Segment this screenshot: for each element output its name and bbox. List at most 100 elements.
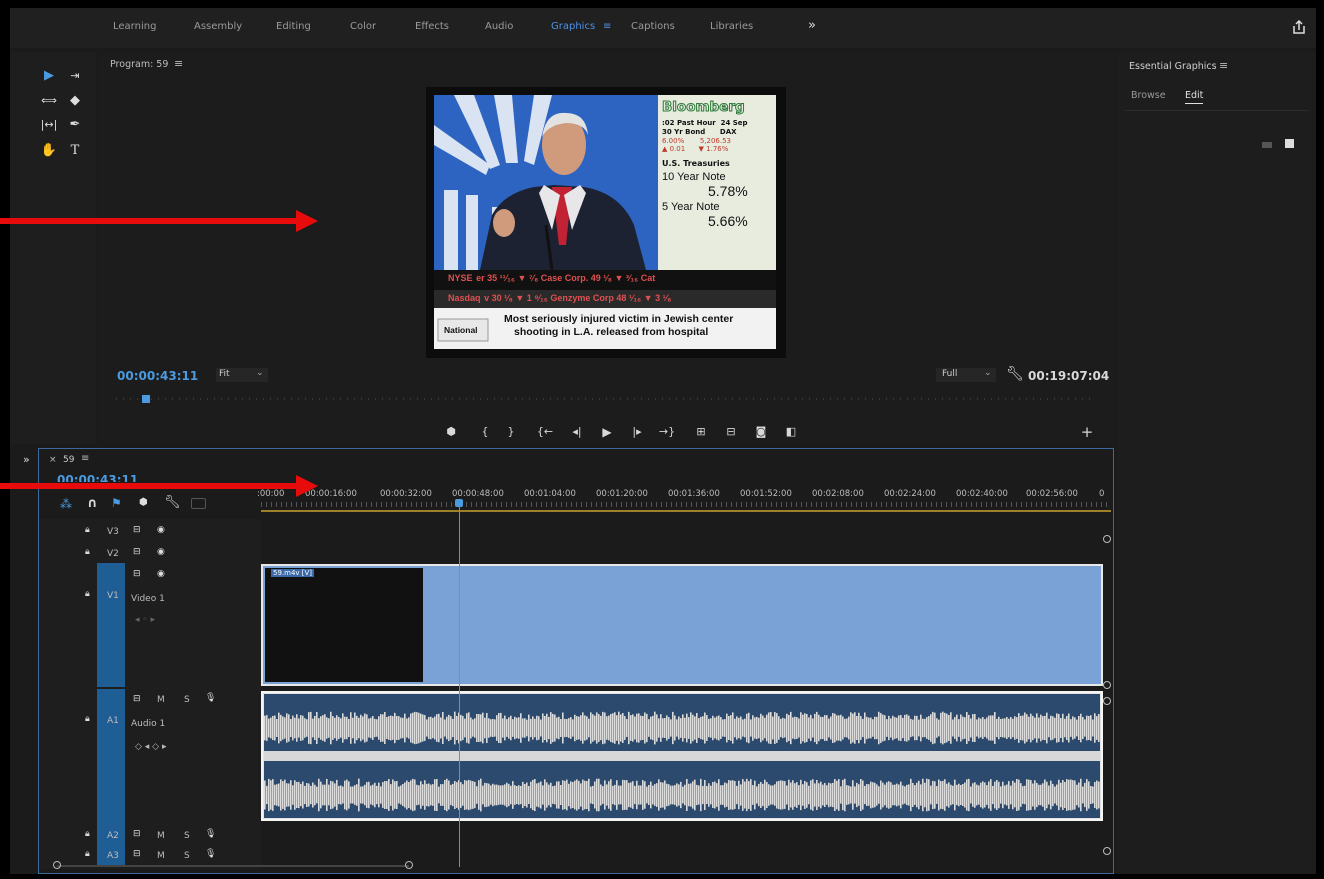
- program-scrubber[interactable]: [112, 395, 1094, 407]
- track-a2-label[interactable]: A2: [107, 831, 119, 841]
- workspace-libraries[interactable]: Libraries: [710, 21, 753, 32]
- mute-button[interactable]: M: [157, 831, 165, 841]
- eye-icon[interactable]: ◉: [157, 547, 165, 557]
- step-back-icon[interactable]: ◂|: [568, 425, 586, 438]
- mute-button[interactable]: M: [157, 851, 165, 861]
- eye-icon[interactable]: ◉: [157, 569, 165, 579]
- add-marker-icon[interactable]: ⬢: [442, 425, 460, 438]
- workspace-color[interactable]: Color: [350, 21, 376, 32]
- lock-icon[interactable]: 🔒︎: [85, 829, 90, 839]
- go-to-in-icon[interactable]: {←: [536, 425, 554, 438]
- lock-icon[interactable]: 🔒︎: [85, 525, 90, 535]
- toggle-sync-icon[interactable]: ⊟: [133, 569, 141, 579]
- new-layer-icon[interactable]: [1285, 139, 1294, 148]
- scroll-handle-left[interactable]: [53, 861, 61, 869]
- track-v1-name[interactable]: Video 1: [131, 594, 165, 604]
- add-marker-timeline-icon[interactable]: ⬢: [139, 497, 148, 508]
- toggle-sync-icon[interactable]: ⊟: [133, 525, 141, 535]
- workspace-learning[interactable]: Learning: [113, 21, 156, 32]
- comparison-view-icon[interactable]: ◧: [782, 425, 800, 438]
- track-resize-handle[interactable]: [1103, 681, 1111, 689]
- eye-icon[interactable]: ◉: [157, 525, 165, 535]
- voiceover-mic-icon[interactable]: 🎙︎: [205, 829, 216, 839]
- lock-icon[interactable]: 🔒︎: [85, 589, 90, 599]
- toggle-sync-icon[interactable]: ⊟: [133, 547, 141, 557]
- selection-tool-icon[interactable]: ▶: [38, 67, 60, 85]
- extract-icon[interactable]: ⊟: [722, 425, 740, 438]
- nest-toggle-icon[interactable]: ⁂: [60, 497, 72, 511]
- more-workspaces-icon[interactable]: »: [808, 18, 816, 33]
- timeline-playhead[interactable]: [459, 501, 461, 867]
- video-clip[interactable]: 59.m4v [V]: [261, 564, 1103, 686]
- snap-magnet-icon[interactable]: ∩: [87, 496, 98, 511]
- track-v3-label[interactable]: V3: [107, 527, 119, 537]
- track-a1-name[interactable]: Audio 1: [131, 719, 165, 729]
- eg-menu-icon[interactable]: ≡: [1219, 59, 1228, 72]
- workspace-graphics[interactable]: Graphics: [551, 21, 595, 32]
- eg-tab-edit[interactable]: Edit: [1185, 90, 1204, 104]
- workspace-effects[interactable]: Effects: [415, 21, 449, 32]
- solo-button[interactable]: S: [184, 831, 190, 841]
- ripple-edit-icon[interactable]: ⟺: [38, 92, 60, 110]
- slip-tool-icon[interactable]: |↔|: [38, 116, 60, 134]
- audio-clip[interactable]: [261, 691, 1103, 821]
- track-select-icon[interactable]: ⇥: [64, 67, 86, 85]
- voiceover-mic-icon[interactable]: 🎙︎: [205, 693, 216, 703]
- horizontal-scrollbar[interactable]: [57, 865, 409, 867]
- timeline-playhead-handle[interactable]: [455, 499, 464, 507]
- scroll-handle-right[interactable]: [405, 861, 413, 869]
- workspace-audio[interactable]: Audio: [485, 21, 513, 32]
- track-a3-label[interactable]: A3: [107, 851, 119, 861]
- button-editor-plus-icon[interactable]: +: [1078, 423, 1096, 441]
- razor-icon[interactable]: ◆: [64, 92, 86, 110]
- sequence-tab[interactable]: 59: [63, 455, 74, 465]
- toggle-sync-icon[interactable]: ⊟: [133, 849, 141, 859]
- linked-selection-icon[interactable]: ⚑: [111, 496, 122, 510]
- mark-in-icon[interactable]: {: [476, 425, 494, 438]
- solo-button[interactable]: S: [184, 851, 190, 861]
- hand-tool-icon[interactable]: ✋: [38, 142, 60, 160]
- zoom-select[interactable]: Fit ⌄: [216, 368, 268, 382]
- track-a1-label[interactable]: A1: [107, 716, 119, 726]
- workspace-assembly[interactable]: Assembly: [194, 21, 242, 32]
- zoom-handle[interactable]: [1103, 535, 1111, 543]
- lift-icon[interactable]: ⊞: [692, 425, 710, 438]
- mute-button[interactable]: M: [157, 695, 165, 705]
- program-timecode[interactable]: 00:00:43:11: [117, 369, 198, 383]
- play-icon[interactable]: ▶: [598, 425, 616, 439]
- go-to-out-icon[interactable]: →}: [658, 425, 676, 438]
- wrench-icon[interactable]: 🔧︎: [1006, 366, 1024, 382]
- keyframe-nav-icon[interactable]: ◂ ◦ ▸: [135, 615, 155, 625]
- export-frame-camera-icon[interactable]: ◙: [752, 425, 770, 438]
- captions-icon[interactable]: [191, 498, 206, 509]
- step-forward-icon[interactable]: |▸: [628, 425, 646, 438]
- new-layer-folder-icon[interactable]: [1262, 142, 1272, 148]
- share-icon[interactable]: [1292, 20, 1306, 35]
- sequence-menu-icon[interactable]: ≡: [81, 453, 89, 464]
- resolution-select[interactable]: Full ⌄: [936, 368, 996, 382]
- lock-icon[interactable]: 🔒︎: [85, 714, 90, 724]
- workspace-captions[interactable]: Captions: [631, 21, 675, 32]
- solo-button[interactable]: S: [184, 695, 190, 705]
- sequence-close-icon[interactable]: ×: [49, 455, 57, 465]
- timeline-settings-wrench-icon[interactable]: 🔧︎: [164, 495, 181, 510]
- workspace-graphics-menu-icon[interactable]: ≡: [603, 21, 611, 32]
- timeline-timecode[interactable]: 00:00:43:11: [57, 473, 138, 482]
- track-resize-handle[interactable]: [1103, 697, 1111, 705]
- type-tool-icon[interactable]: T: [64, 142, 86, 160]
- workspace-editing[interactable]: Editing: [276, 21, 311, 32]
- mark-out-icon[interactable]: }: [502, 425, 520, 438]
- toggle-sync-icon[interactable]: ⊟: [133, 694, 141, 704]
- lock-icon[interactable]: 🔒︎: [85, 547, 90, 557]
- eg-tab-browse[interactable]: Browse: [1131, 90, 1166, 101]
- panel-expand-icon[interactable]: »: [23, 453, 30, 466]
- keyframe-nav-icon[interactable]: ◇ ◂ ◇ ▸: [135, 742, 166, 752]
- track-v1-label[interactable]: V1: [107, 591, 119, 601]
- lock-icon[interactable]: 🔒︎: [85, 849, 90, 859]
- pen-tool-icon[interactable]: ✒: [64, 116, 86, 134]
- toggle-sync-icon[interactable]: ⊟: [133, 829, 141, 839]
- track-resize-handle[interactable]: [1103, 847, 1111, 855]
- voiceover-mic-icon[interactable]: 🎙︎: [205, 849, 216, 859]
- track-v2-label[interactable]: V2: [107, 549, 119, 559]
- v1-target-highlight[interactable]: [97, 563, 125, 687]
